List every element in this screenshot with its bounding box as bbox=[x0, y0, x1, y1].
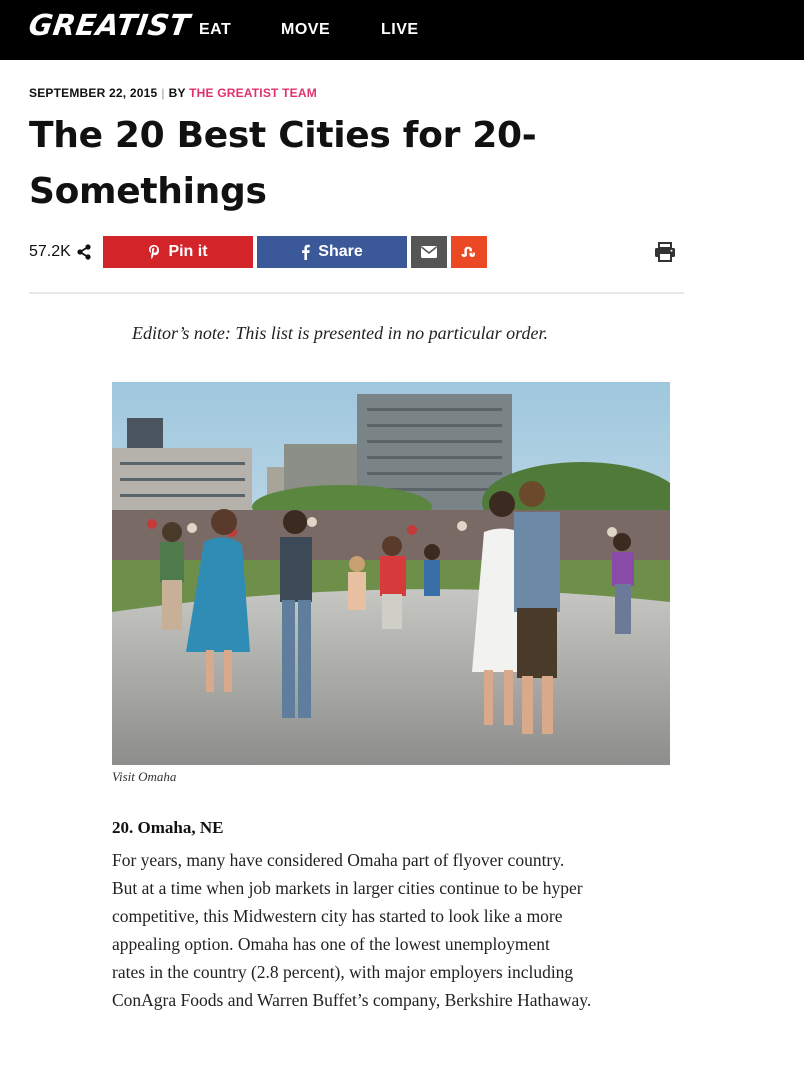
body-line: But at a time when job markets in larger… bbox=[112, 878, 583, 898]
facebook-icon bbox=[302, 244, 311, 260]
nav-eat[interactable]: EAT bbox=[199, 21, 231, 39]
image-caption: Visit Omaha bbox=[112, 769, 177, 784]
greatist-logo[interactable]: GREATIST bbox=[27, 8, 193, 42]
pin-it-button[interactable]: Pin it bbox=[103, 236, 253, 268]
envelope-icon bbox=[421, 246, 437, 258]
print-icon[interactable] bbox=[654, 242, 676, 262]
email-share-button[interactable] bbox=[411, 236, 447, 268]
body-line: For years, many have considered Omaha pa… bbox=[112, 850, 565, 870]
body-line: appealing option. Omaha has one of the l… bbox=[112, 934, 550, 954]
facebook-share-button[interactable]: Share bbox=[257, 236, 407, 268]
nav-move[interactable]: MOVE bbox=[281, 21, 330, 39]
body-line: competitive, this Midwestern city has st… bbox=[112, 906, 563, 926]
top-navigation-bar: GREATIST EAT MOVE LIVE bbox=[0, 0, 804, 60]
header-divider bbox=[29, 292, 684, 294]
article-body: For years, many have considered Omaha pa… bbox=[112, 846, 692, 1014]
share-count: 57.2K bbox=[29, 243, 92, 261]
body-line: ConAgra Foods and Warren Buffet’s compan… bbox=[112, 990, 592, 1010]
article-title: The 20 Best Cities for 20-Somethings bbox=[29, 115, 537, 212]
share-count-value: 57.2K bbox=[29, 243, 71, 260]
pin-it-label: Pin it bbox=[168, 243, 208, 260]
section-title: 20. Omaha, NE bbox=[112, 818, 224, 837]
author-link[interactable]: THE GREATIST TEAM bbox=[189, 86, 317, 100]
body-line: rates in the country (2.8 percent), with… bbox=[112, 962, 574, 982]
meta-separator: | bbox=[161, 86, 165, 100]
article-meta: SEPTEMBER 22, 2015 | BY THE GREATIST TEAM bbox=[29, 86, 317, 100]
share-icon bbox=[77, 244, 91, 260]
publish-date: SEPTEMBER 22, 2015 bbox=[29, 86, 158, 100]
stumbleupon-icon bbox=[461, 246, 475, 257]
byline-prefix: BY bbox=[168, 86, 186, 100]
stumbleupon-share-button[interactable] bbox=[451, 236, 487, 268]
omaha-dancers-photo bbox=[112, 382, 670, 765]
pinterest-icon bbox=[149, 245, 160, 259]
share-label: Share bbox=[318, 243, 363, 260]
editor-note: Editor’s note: This list is presented in… bbox=[132, 323, 549, 343]
nav-live[interactable]: LIVE bbox=[381, 21, 419, 39]
